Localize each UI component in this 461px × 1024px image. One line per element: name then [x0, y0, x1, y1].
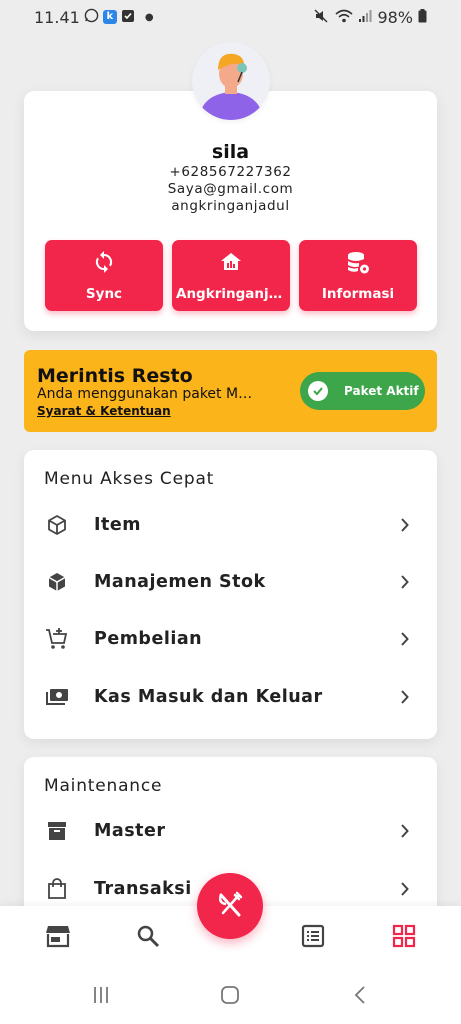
menu-item-label: Kas Masuk dan Keluar [94, 687, 323, 707]
archive-icon [44, 818, 70, 844]
cart-plus-icon [44, 626, 70, 652]
informasi-label: Informasi [321, 286, 395, 302]
list-icon [301, 924, 325, 948]
sync-icon [45, 250, 163, 276]
quick-access-card: Menu Akses Cepat Item Manajemen Stok Pem… [24, 450, 437, 739]
check-icon [308, 381, 328, 401]
status-time: 11.41 [34, 7, 80, 27]
store-button[interactable]: Angkringanjadul [172, 240, 290, 311]
back-icon [354, 986, 365, 1004]
menu-item-label: Transaksi [94, 879, 192, 899]
status-bar: 11.41 k ● 98% [0, 0, 461, 34]
grid-icon [392, 924, 416, 948]
banner-title: Merintis Resto [37, 365, 193, 387]
store-chart-icon [172, 250, 290, 276]
maintenance-title: Maintenance [44, 776, 163, 796]
store-label: Angkringanjadul [176, 286, 286, 302]
fab-pos-button[interactable] [197, 873, 263, 939]
k-app-icon: k [102, 10, 117, 24]
menu-item-pembelian[interactable]: Pembelian [24, 614, 437, 664]
mute-icon [314, 8, 330, 27]
chevron-right-icon [397, 882, 411, 896]
menu-item-label: Manajemen Stok [94, 572, 266, 592]
terms-link[interactable]: Syarat & Ketentuan [37, 404, 171, 418]
signal-icon [358, 8, 372, 27]
back-button[interactable] [347, 982, 373, 1008]
avatar[interactable] [192, 42, 270, 120]
wifi-icon [335, 8, 353, 27]
search-icon [137, 925, 160, 948]
menu-item-item[interactable]: Item [24, 500, 437, 550]
store-icon [46, 926, 70, 948]
recent-apps-icon [94, 987, 108, 1003]
chevron-right-icon [397, 632, 411, 646]
profile-phone: +628567227362 [169, 164, 292, 180]
chevron-right-icon [397, 690, 411, 704]
menu-item-label: Pembelian [94, 629, 203, 649]
nav-menu-button[interactable] [390, 922, 418, 950]
recent-apps-button[interactable] [88, 982, 114, 1008]
box-icon [44, 512, 70, 538]
menu-item-master[interactable]: Master [24, 806, 437, 856]
package-status-button[interactable]: Paket Aktif [300, 372, 425, 410]
nav-search-button[interactable] [134, 922, 162, 950]
menu-item-label: Master [94, 821, 166, 841]
battery-icon [418, 8, 427, 27]
quick-access-title: Menu Akses Cepat [44, 469, 215, 489]
chevron-right-icon [397, 824, 411, 838]
profile-store: angkringanjadul [171, 198, 290, 214]
menu-item-kas[interactable]: Kas Masuk dan Keluar [24, 672, 437, 722]
profile-email: Saya@gmail.com [167, 181, 294, 197]
sync-button[interactable]: Sync [45, 240, 163, 311]
home-icon [221, 986, 239, 1004]
battery-level: 98% [377, 7, 413, 27]
menu-item-manajemen-stok[interactable]: Manajemen Stok [24, 557, 437, 607]
database-settings-icon [299, 250, 417, 276]
package-status-label: Paket Aktif [344, 384, 419, 398]
profile-name: sila [211, 141, 250, 163]
chevron-right-icon [397, 575, 411, 589]
chevron-right-icon [397, 518, 411, 532]
banner-description: Anda menggunakan paket Merintis Resto [37, 386, 259, 402]
home-button[interactable] [217, 982, 243, 1008]
sync-label: Sync [85, 286, 123, 302]
informasi-button[interactable]: Informasi [299, 240, 417, 311]
checkbox-notification-icon [121, 8, 135, 27]
nav-store-button[interactable] [44, 922, 72, 950]
cash-icon [44, 684, 70, 710]
stock-box-icon [44, 569, 70, 595]
menu-item-label: Item [94, 515, 141, 535]
dot-indicator: ● [144, 11, 154, 23]
shopping-bag-icon [44, 876, 70, 902]
nav-list-button[interactable] [299, 922, 327, 950]
utensils-icon [218, 891, 243, 917]
whatsapp-icon [84, 8, 99, 27]
